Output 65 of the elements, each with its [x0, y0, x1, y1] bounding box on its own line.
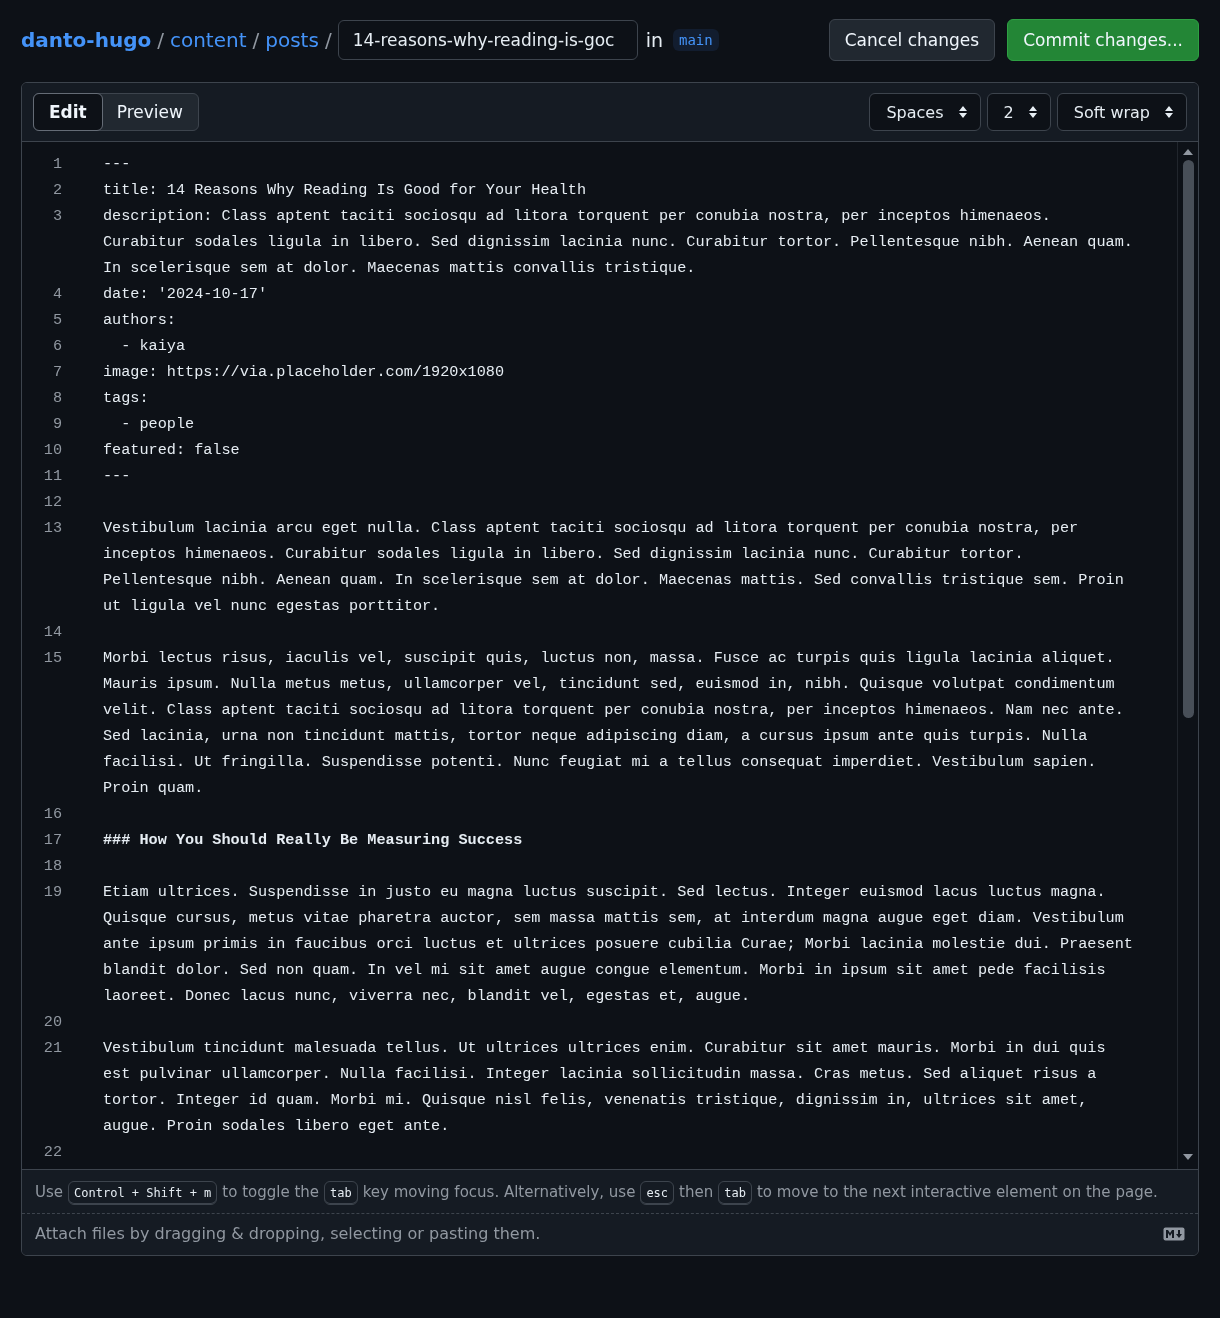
dropdown[interactable]: Spaces [869, 93, 981, 131]
line-number: 5 [51, 310, 62, 331]
code-line: Vestibulum tincidunt malesuada tellus. Ut ultrices ultrices enim. Curabitur sit amet mauris. Morbi in dui quis est pulvinar ullamcorper. Nulla facilisi. Integer lacinia sollicitudin massa. Cras metus. Sed aliquet risus a tortor. Integer id quam. Morbi mi. Quisque nisl felis, venenatis tristique, dignissim in, ultrices sit amet, augue. Proin sodales libero eget ante. [103, 1038, 1106, 1137]
filename-field[interactable]: 14-reasons-why-reading-is-goc [337, 20, 638, 60]
line-number: 2 [51, 180, 62, 201]
line-number: 20 [42, 1012, 62, 1033]
cancel-button[interactable]: Cancel changes [828, 19, 996, 61]
code-line: description: Class aptent taciti sociosqu ad litora torquent per conubia nostra, per inceptos himenaeos. Curabitur sodales ligula in libero. Sed dignissim lacinia nunc. Curabitur tortor. Pellentesque nibh. Aenean quam. In scelerisque sem at dolor. Maecenas mattis convallis tristique. [103, 206, 1133, 279]
line-number: 21 [42, 1038, 62, 1059]
line-number: 15 [42, 648, 62, 669]
code-line: --- [103, 154, 131, 175]
line-number: 4 [51, 284, 62, 305]
folder-link[interactable]: content [169, 28, 247, 52]
folder-link[interactable]: posts [265, 28, 319, 52]
line-number: 22 [42, 1142, 62, 1163]
attach-text: Attach files by dragging & dropping, selecting or pasting them. [35, 1224, 541, 1243]
line-number: 16 [42, 804, 62, 825]
code-line: tags: [103, 388, 149, 409]
dropdown[interactable]: 2 [986, 93, 1051, 131]
heading-line: ### How You Should Really Be Measuring Success [103, 830, 523, 851]
key-hint: esc [640, 1181, 675, 1205]
line-number: 11 [42, 466, 62, 487]
code-line: --- [103, 466, 131, 487]
code-line: - people [120, 414, 195, 435]
line-number: 3 [51, 206, 62, 227]
repo-link[interactable]: danto-hugo [21, 28, 152, 52]
path-separator: / [157, 28, 164, 52]
hint-text: key moving focus. Alternatively, use [362, 1183, 636, 1201]
commit-button[interactable]: Commit changes... [1007, 19, 1199, 61]
code-line: Vestibulum lacinia arcu eget nulla. Class aptent taciti sociosqu ad litora torquent per conubia nostra, per inceptos himenaeos. Curabitur sodales ligula in libero. Sed dignissim lacinia nunc. Curabitur tortor. Pellentesque nibh. Aenean quam. In scelerisque sem at dolor. Maecenas mattis. Sed convallis tristique sem. Proin ut ligula vel nunc egestas porttitor. [103, 518, 1124, 617]
branch-label: main [672, 29, 719, 51]
hint-text: to toggle the [222, 1183, 320, 1201]
line-number: 19 [42, 882, 62, 903]
tab[interactable]: Edit [33, 93, 103, 131]
line-number: 6 [51, 336, 62, 357]
code-line: title: 14 Reasons Why Reading Is Good for Your Health [103, 180, 587, 201]
code-line: Morbi lectus risus, iaculis vel, suscipit quis, luctus non, massa. Fusce ac turpis quis ligula lacinia aliquet. Mauris ipsum. Nulla metus metus, ullamcorper vel, tincidunt sed, euismod in, nibh. Quisque volutpat condimentum velit. Class aptent taciti sociosqu ad litora torquent per conubia nostra, per inceptos himenaeos. Nam nec ante. Sed lacinia, urna non tincidunt mattis, tortor neque adipiscing diam, a cursus ipsum ante quis turpis. Nulla facilisi. Ut fringilla. Suspendisse potenti. Nunc feugiat mi a tellus consequat imperdiet. Vestibulum sapien. Proin quam. [103, 648, 1124, 799]
line-number: 7 [51, 362, 62, 383]
tab[interactable]: Preview [100, 93, 199, 131]
hint-text: page. [1115, 1183, 1158, 1201]
key-hint: tab [718, 1181, 752, 1205]
line-number: 9 [51, 414, 62, 435]
hint-text: Use [35, 1183, 64, 1201]
code-line: Etiam ultrices. Suspendisse in justo eu magna luctus suscipit. Sed lectus. Integer euismod lacus luctus magna. Quisque cursus, metus vitae pharetra auctor, sem massa mattis sem, at interdum magna augue eget diam. Vestibulum ante ipsum primis in faucibus orci luctus et ultrices posuere cubilia Curae; Morbi lacinia molestie dui. Praesent blandit dolor. Sed non quam. In vel mi sit amet augue congue elementum. Morbi in ipsum sit amet pede facilisis laoreet. Donec lacus nunc, viverra nec, blandit vel, egestas et, augue. [103, 882, 1133, 1007]
path-separator: / [324, 28, 332, 52]
line-number: 10 [42, 440, 62, 461]
in-label: in [645, 29, 663, 51]
line-number: 12 [42, 492, 62, 513]
hint-text: to move to the next interactive element on the [756, 1183, 1111, 1201]
code-line: - kaiya [120, 336, 186, 357]
hint-text: then [679, 1183, 714, 1201]
line-number: 1 [51, 154, 62, 175]
dropdown[interactable]: Soft wrap [1056, 93, 1187, 131]
code-line: featured: false [103, 440, 240, 461]
line-number: 8 [51, 388, 62, 409]
code-line: date: '2024-10-17' [103, 284, 268, 305]
key-hint: Control + Shift + m [68, 1181, 218, 1205]
code-line: authors: [103, 310, 176, 331]
line-number: 17 [42, 830, 62, 851]
line-number: 13 [42, 518, 62, 539]
key-hint: tab [324, 1181, 358, 1205]
line-number: 14 [42, 622, 62, 643]
path-separator: / [252, 28, 260, 52]
line-number: 18 [42, 856, 62, 877]
code-line: image: https://via.placeholder.com/1920x1080 [103, 362, 504, 383]
